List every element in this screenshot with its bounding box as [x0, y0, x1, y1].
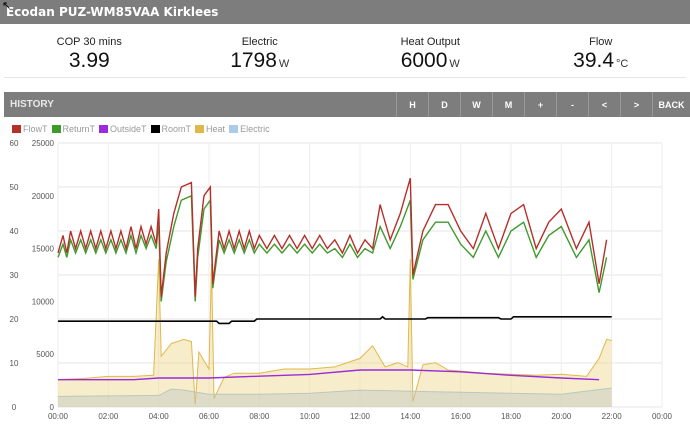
- stat-flow: Flow 39.4 °C: [516, 26, 687, 77]
- x-tick-label: 00:00: [48, 412, 69, 421]
- history-chart[interactable]: 0 10 20 30 40 50 60 0 5000 10000 15000 20000 25000 00…: [0, 135, 690, 428]
- back-button[interactable]: BACK: [652, 92, 690, 117]
- legend-swatch: [51, 125, 61, 133]
- y-right-tick-label: 10000: [32, 297, 55, 306]
- legend-item-roomt[interactable]: RoomT: [150, 124, 192, 134]
- y-right-tick-label: 15000: [32, 245, 55, 254]
- x-tick-label: 02:00: [98, 412, 119, 421]
- x-tick-label: 16:00: [451, 412, 472, 421]
- y-left-tick-label: 0: [12, 403, 17, 412]
- legend-label: RoomT: [161, 124, 192, 134]
- legend-item-flowt[interactable]: FlowT: [12, 124, 48, 134]
- zoom-out-button[interactable]: -: [556, 92, 588, 117]
- y-left-tick-label: 50: [10, 183, 19, 192]
- legend-label: Heat: [206, 124, 226, 134]
- y-right-tick-label: 5000: [36, 350, 54, 359]
- y-left-tick-label: 10: [10, 359, 19, 368]
- chart-legend: FlowT ReturnT OutsideT RoomT Heat Electr…: [12, 124, 270, 134]
- stat-label: Heat Output: [400, 36, 460, 48]
- summary-stats: COP 30 mins 3.99 Electric 1798 W Heat Out…: [4, 26, 686, 78]
- week-button[interactable]: W: [460, 92, 492, 117]
- stat-value: 6000: [400, 49, 448, 72]
- stat-heat-output: Heat Output 6000 W: [345, 26, 516, 77]
- day-button[interactable]: D: [428, 92, 460, 117]
- pan-left-button[interactable]: <: [588, 92, 620, 117]
- legend-swatch: [150, 125, 160, 133]
- legend-swatch: [99, 125, 109, 133]
- page-title: Ecodan PUZ-WM85VAA Kirklees: [6, 5, 219, 19]
- history-title: HISTORY: [10, 99, 54, 110]
- pan-right-button[interactable]: >: [620, 92, 652, 117]
- stat-value: 3.99: [68, 49, 110, 72]
- legend-item-electric[interactable]: Electric: [229, 124, 270, 134]
- stat-cop: COP 30 mins 3.99: [4, 26, 175, 77]
- roomt-series-line: [58, 315, 612, 325]
- heat-series-area: [58, 259, 612, 407]
- legend-item-outsidet[interactable]: OutsideT: [99, 124, 147, 134]
- x-tick-label: 08:00: [249, 412, 270, 421]
- y-left-tick-label: 40: [10, 227, 19, 236]
- stat-value: 1798: [230, 49, 277, 72]
- legend-item-heat[interactable]: Heat: [195, 124, 225, 134]
- stat-electric: Electric 1798 W: [175, 26, 346, 77]
- stat-unit: W: [449, 58, 460, 70]
- y-right-tick-label: 25000: [32, 139, 55, 148]
- x-tick-label: 20:00: [551, 412, 572, 421]
- y-left-tick-label: 20: [10, 315, 19, 324]
- legend-item-returnt[interactable]: ReturnT: [51, 124, 96, 134]
- y-right-tick-label: 0: [50, 403, 55, 412]
- y-left-tick-label: 60: [10, 139, 19, 148]
- stat-unit: °C: [616, 58, 629, 70]
- history-toolbar: HISTORY H D W M + - < > BACK: [4, 92, 690, 117]
- stat-unit: W: [278, 58, 290, 70]
- returnt-series-line: [57, 194, 608, 302]
- y-left-tick-label: 30: [10, 271, 19, 280]
- stat-label: COP 30 mins: [56, 36, 122, 48]
- x-tick-label: 18:00: [501, 412, 522, 421]
- y-right-tick-label: 20000: [32, 192, 55, 201]
- x-tick-label: 04:00: [149, 412, 170, 421]
- x-tick-label: 12:00: [350, 412, 371, 421]
- legend-label: FlowT: [23, 124, 48, 134]
- legend-swatch: [229, 125, 239, 133]
- x-tick-label: 00:00: [652, 412, 673, 421]
- x-tick-label: 10:00: [300, 412, 321, 421]
- stat-label: Electric: [241, 36, 278, 48]
- zoom-in-button[interactable]: +: [524, 92, 556, 117]
- stat-value: 39.4: [573, 49, 615, 72]
- mouse-cursor-icon: ↖: [2, 0, 12, 12]
- legend-label: OutsideT: [110, 124, 147, 134]
- legend-label: Electric: [240, 124, 270, 134]
- x-tick-label: 14:00: [400, 412, 421, 421]
- legend-label: ReturnT: [62, 124, 96, 134]
- stat-label: Flow: [589, 36, 613, 48]
- legend-swatch: [195, 125, 205, 133]
- title-bar: Ecodan PUZ-WM85VAA Kirklees: [0, 0, 690, 24]
- month-button[interactable]: M: [492, 92, 524, 117]
- legend-swatch: [12, 125, 21, 133]
- hour-button[interactable]: H: [396, 92, 428, 117]
- x-tick-label: 22:00: [602, 412, 623, 421]
- x-tick-label: 06:00: [199, 412, 220, 421]
